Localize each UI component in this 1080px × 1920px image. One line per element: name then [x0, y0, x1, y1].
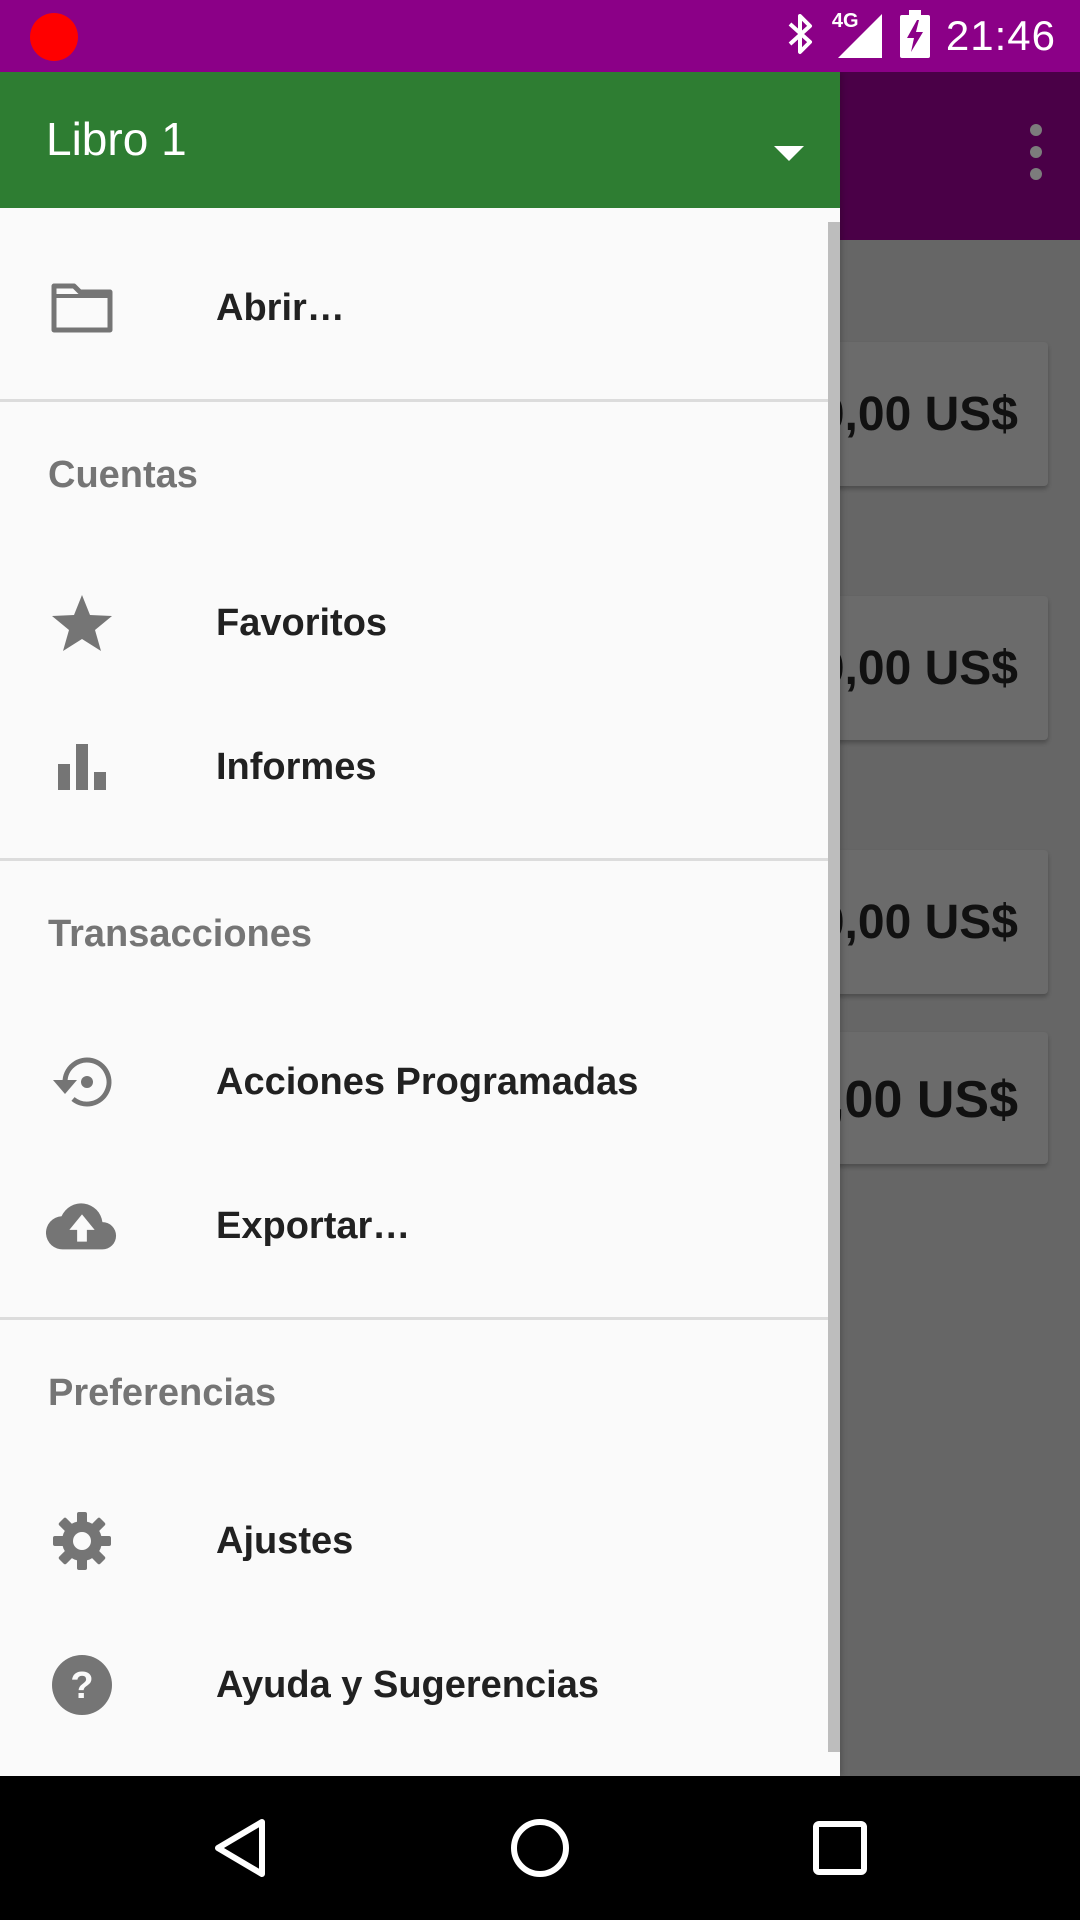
cloud-upload-icon	[46, 1190, 118, 1262]
signal-4g-icon: 4G	[831, 10, 884, 60]
book-selector[interactable]: Libro 1	[0, 72, 840, 208]
drawer-item-label: Informes	[216, 745, 377, 788]
clock: 21:46	[945, 12, 1056, 59]
star-icon	[46, 587, 118, 659]
drawer-item-scheduled-actions[interactable]: Acciones Programadas	[0, 1010, 828, 1154]
dropdown-arrow-icon[interactable]	[774, 146, 804, 161]
back-icon[interactable]	[204, 1812, 276, 1884]
navigation-drawer: Libro 1 Abrir… Cuentas Favoritos Informe…	[0, 72, 840, 1776]
section-header-accounts: Cuentas	[48, 454, 198, 496]
battery-charging-icon	[899, 9, 930, 63]
home-icon[interactable]	[504, 1812, 576, 1884]
overflow-menu-icon[interactable]	[1016, 124, 1056, 184]
history-icon	[46, 1046, 118, 1118]
drawer-item-favorites[interactable]: Favoritos	[0, 551, 828, 695]
account-balance: ,00 US$	[830, 1071, 1018, 1129]
drawer-item-help[interactable]: ? Ayuda y Sugerencias	[0, 1613, 828, 1757]
status-icons: 4G 21:46	[786, 0, 1056, 72]
section-header-transactions: Transacciones	[48, 913, 313, 955]
drawer-item-settings[interactable]: Ajustes	[0, 1469, 828, 1613]
drawer-item-label: Abrir…	[216, 286, 345, 329]
divider	[0, 858, 828, 861]
network-type-label: 4G	[831, 10, 859, 32]
scrollbar[interactable]	[828, 222, 840, 1752]
bar-chart-icon	[46, 731, 118, 803]
drawer-item-label: Favoritos	[216, 601, 388, 644]
book-name: Libro 1	[46, 113, 187, 165]
drawer-item-label: Ayuda y Sugerencias	[216, 1663, 599, 1706]
bluetooth-icon	[786, 12, 816, 61]
recording-dot-icon	[30, 13, 78, 61]
divider	[0, 1317, 828, 1320]
drawer-item-label: Exportar…	[216, 1204, 411, 1247]
svg-text:?: ?	[70, 1665, 93, 1707]
section-header-preferences: Preferencias	[48, 1372, 277, 1414]
divider	[0, 399, 828, 402]
account-balance: 0,00 US$	[817, 896, 1018, 949]
folder-icon	[46, 272, 118, 344]
drawer-item-open[interactable]: Abrir…	[0, 236, 828, 380]
account-balance: 0,00 US$	[817, 642, 1018, 695]
drawer-item-label: Ajustes	[216, 1519, 354, 1562]
account-balance: 0,00 US$	[817, 388, 1018, 441]
drawer-item-label: Acciones Programadas	[216, 1060, 639, 1103]
gear-icon	[46, 1505, 118, 1577]
drawer-item-export[interactable]: Exportar…	[0, 1154, 828, 1298]
status-bar: 4G 21:46	[0, 0, 1080, 72]
help-icon: ?	[46, 1649, 118, 1721]
system-navigation-bar	[0, 1776, 1080, 1920]
recents-icon[interactable]	[804, 1812, 876, 1884]
drawer-item-reports[interactable]: Informes	[0, 695, 828, 839]
